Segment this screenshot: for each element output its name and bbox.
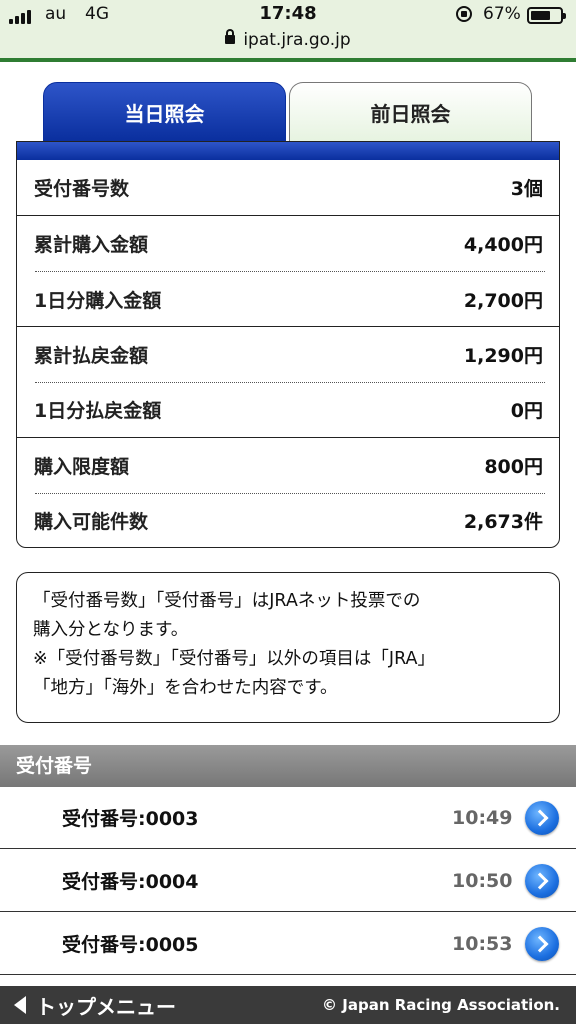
receipt-time: 10:53 [452,932,513,955]
note-line: 「受付番号数」「受付番号」はJRAネット投票での [33,591,421,611]
summary-row-daily-refund: 1日分払戻金額 0円 [17,382,559,437]
info-note: 「受付番号数」「受付番号」はJRAネット投票での 購入分となります。 ※「受付番… [16,572,560,723]
receipt-number: 受付番号:0003 [62,808,199,830]
copyright: © Japan Racing Association. [322,996,560,1014]
summary-row-total-refund: 累計払戻金額 1,290円 [17,327,559,382]
receipt-number: 受付番号:0004 [62,871,199,893]
battery-percent: 67% [483,4,521,24]
summary-label: 1日分払戻金額 [34,400,162,422]
status-bar: au 4G 17:48 67% ipat.jra.go.jp [0,0,576,62]
summary-row-purchasable-count: 購入可能件数 2,673件 [17,493,559,547]
summary-card: 受付番号数 3個 累計購入金額 4,400円 1日分購入金額 2,700円 累計… [16,141,560,548]
receipt-time: 10:49 [452,806,513,829]
chevron-right-icon[interactable] [525,863,559,898]
battery-icon [527,7,566,24]
rotation-lock-icon [456,6,472,22]
summary-value: 1,290円 [463,345,543,367]
note-line: ※「受付番号数」「受付番号」以外の項目は「JRA」 [33,649,435,669]
chevron-right-icon[interactable] [525,800,559,835]
receipt-number: 受付番号:0005 [62,934,199,956]
address-bar[interactable]: ipat.jra.go.jp [0,29,576,50]
note-line: 「地方」「海外」を合わせた内容です。 [33,678,338,698]
summary-value: 2,673件 [463,511,543,533]
tab-today[interactable]: 当日照会 [43,82,286,142]
summary-row-receipt-count: 受付番号数 3個 [17,160,559,215]
receipt-item[interactable]: 受付番号:0004 10:50 [0,850,576,912]
card-top-bar [17,142,559,160]
summary-label: 累計払戻金額 [34,345,149,367]
receipt-item[interactable]: 受付番号:0003 10:49 [0,787,576,849]
summary-row-purchase-limit: 購入限度額 800円 [17,438,559,493]
top-menu-label: トップメニュー [36,994,176,1019]
back-arrow-icon [14,996,26,1014]
footer-bar: トップメニュー © Japan Racing Association. [0,986,576,1024]
summary-row-total-purchase: 累計購入金額 4,400円 [17,216,559,271]
receipt-time: 10:50 [452,869,513,892]
summary-label: 1日分購入金額 [34,290,162,312]
lock-icon [225,29,236,44]
summary-value: 4,400円 [463,234,543,256]
summary-value: 3個 [510,178,543,200]
receipt-item[interactable]: 受付番号:0005 10:53 [0,913,576,975]
summary-label: 購入限度額 [34,456,130,478]
url-text: ipat.jra.go.jp [243,30,351,50]
tab-previous-day[interactable]: 前日照会 [289,82,532,142]
chevron-right-icon[interactable] [525,926,559,961]
summary-label: 累計購入金額 [34,234,149,256]
top-menu-link[interactable]: トップメニュー [14,986,176,1024]
summary-row-daily-purchase: 1日分購入金額 2,700円 [17,272,559,327]
receipt-section-header: 受付番号 [0,745,576,787]
summary-value: 800円 [484,456,543,478]
summary-value: 0円 [510,400,543,422]
note-line: 購入分となります。 [33,620,189,640]
summary-value: 2,700円 [463,290,543,312]
summary-label: 受付番号数 [34,178,130,200]
summary-label: 購入可能件数 [34,511,149,533]
